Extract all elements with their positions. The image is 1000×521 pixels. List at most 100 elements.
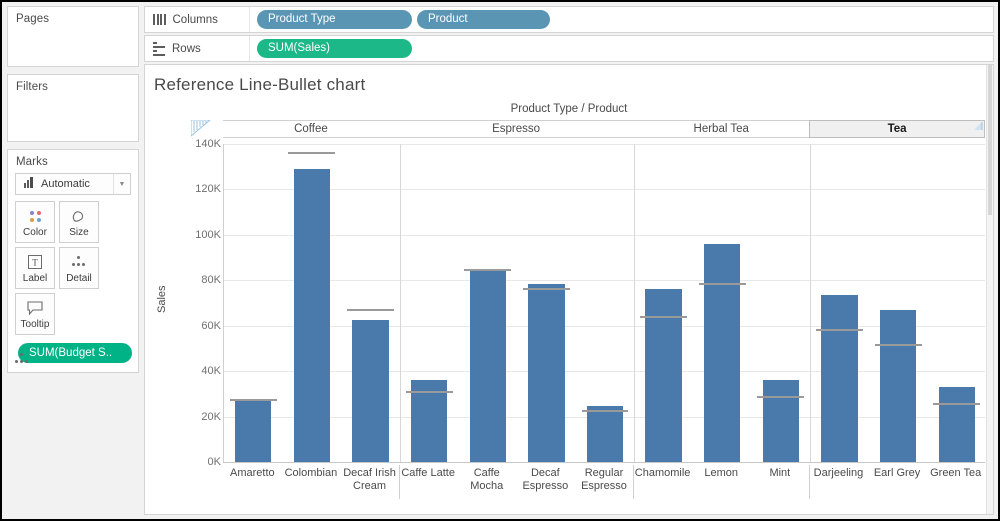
reference-line-earl-grey [874,344,922,347]
plot-canvas [223,144,985,463]
columns-shelf-label: Columns [145,7,250,32]
x-axis-tick-earl-grey[interactable]: Earl Grey [868,467,927,480]
gridline [224,280,985,282]
x-axis-tick-decaf-irish-cream[interactable]: Decaf Irish Cream [340,467,399,493]
bar-earl-grey[interactable] [879,309,917,462]
bar-regular-espresso[interactable] [586,406,624,462]
detail-button[interactable]: Detail [59,247,99,289]
y-axis-tick: 60K [201,319,221,332]
x-axis-tick-decaf-espresso[interactable]: Decaf Espresso [516,467,575,493]
bar-green-tea[interactable] [938,387,975,462]
x-axis-tick-chamomile[interactable]: Chamomile [633,467,692,480]
bar-decaf-espresso[interactable] [528,283,565,462]
x-axis-tick-green-tea[interactable]: Green Tea [926,467,985,480]
column-group-header-herbal-tea[interactable]: Herbal Tea [633,120,810,138]
bar-darjeeling[interactable] [821,295,858,462]
group-separator [399,144,401,462]
rows-shelf-pills: SUM(Sales) [250,39,412,58]
viz-pane: Reference Line-Bullet chart Product Type… [144,64,994,515]
tableau-window: Pages Filters Marks Automatic ▼ Color Si… [0,0,1000,521]
reference-line-caffe-mocha [464,269,512,272]
column-group-header-label: Coffee [294,123,328,135]
x-axis-tick-caffe-mocha[interactable]: Caffe Mocha [457,467,516,493]
tooltip-icon [27,299,43,318]
resize-handle-icon[interactable] [191,120,211,137]
x-axis-labels: Amaretto Colombian Decaf Irish Cream Caffe … [223,462,985,504]
size-button[interactable]: Size [59,201,99,243]
reference-line-caffe-latte [405,390,453,393]
reference-line-lemon [698,282,746,285]
x-axis-tick-caffe-latte[interactable]: Caffe Latte [399,467,458,480]
column-group-header-espresso[interactable]: Espresso [398,120,634,138]
filters-card[interactable]: Filters [7,74,139,142]
column-group-header-label: Espresso [492,123,541,135]
y-axis-tick: 140K [195,138,221,150]
marks-pill-row: SUM(Budget S.. [8,335,138,365]
x-axis-tick-lemon[interactable]: Lemon [692,467,751,480]
y-axis-tick: 0K [207,456,221,468]
detail-button-label: Detail [66,272,92,284]
pages-card[interactable]: Pages [7,6,139,67]
rows-icon [153,41,165,56]
y-axis-tick: 40K [201,365,221,378]
gridline [224,144,985,145]
resize-handle-icon[interactable] [973,122,983,131]
size-icon [71,207,87,226]
marks-buttons: Color Size T Label Detail Tooltip [8,201,138,335]
reference-line-darjeeling [816,329,863,332]
pill-sum-sales[interactable]: SUM(Sales) [257,39,412,58]
y-axis-tick: 20K [201,410,221,423]
reference-line-colombian [288,152,336,155]
column-group-header-coffee[interactable]: Coffee [223,120,399,138]
columns-icon [153,14,166,25]
reference-line-mint [757,396,805,399]
x-axis-tick-colombian[interactable]: Colombian [282,467,341,480]
column-group-header-label: Tea [887,123,907,135]
y-axis-tick: 100K [195,228,221,241]
column-group-header-tea[interactable]: Tea [809,120,985,138]
svg-text:T: T [32,258,38,268]
mark-type-icon [16,174,36,194]
marks-card: Marks Automatic ▼ Color Size T Label Det… [7,149,139,373]
color-palette-icon [28,207,43,226]
tooltip-button[interactable]: Tooltip [15,293,55,335]
marks-label: Marks [16,156,48,168]
color-button[interactable]: Color [15,201,55,243]
rows-shelf-label: Rows [145,36,250,61]
bar-colombian[interactable] [293,168,331,462]
bar-lemon[interactable] [704,243,741,462]
label-button[interactable]: T Label [15,247,55,289]
x-axis-tick-darjeeling[interactable]: Darjeeling [809,467,868,480]
bar-amaretto[interactable] [235,400,272,462]
columns-shelf-pills: Product Type Product [250,10,550,29]
marks-pill-budget-sales[interactable]: SUM(Budget S.. [18,343,132,363]
mark-type-selector[interactable]: Automatic ▼ [15,173,131,195]
label-button-label: Label [22,272,48,284]
column-group-header-label: Herbal Tea [693,123,749,135]
reference-line-green-tea [933,403,981,406]
gridline [224,234,985,236]
pill-product-type[interactable]: Product Type [257,10,412,29]
reference-line-decaf-espresso [522,288,570,291]
gridline [224,325,985,327]
bar-decaf-irish-cream[interactable] [352,320,389,462]
bar-caffe-mocha[interactable] [469,268,506,462]
size-button-label: Size [69,226,89,238]
group-separator [810,144,812,462]
detail-icon [71,253,87,272]
chevron-down-icon[interactable]: ▼ [113,174,130,194]
scrollbar-thumb[interactable] [988,65,992,215]
x-axis-tick-regular-espresso[interactable]: Regular Espresso [575,467,634,493]
x-axis-tick-mint[interactable]: Mint [751,467,810,480]
columns-shelf[interactable]: Columns Product Type Product [144,6,994,33]
x-axis-tick-amaretto[interactable]: Amaretto [223,467,282,480]
bar-mint[interactable] [762,380,799,462]
group-separator [634,144,636,462]
columns-label-text: Columns [172,13,218,26]
vertical-scrollbar[interactable] [986,65,993,514]
label-icon: T [28,253,42,272]
rows-shelf[interactable]: Rows SUM(Sales) [144,35,994,62]
pages-label: Pages [16,13,50,25]
pill-product[interactable]: Product [417,10,550,29]
gridline [224,371,985,373]
